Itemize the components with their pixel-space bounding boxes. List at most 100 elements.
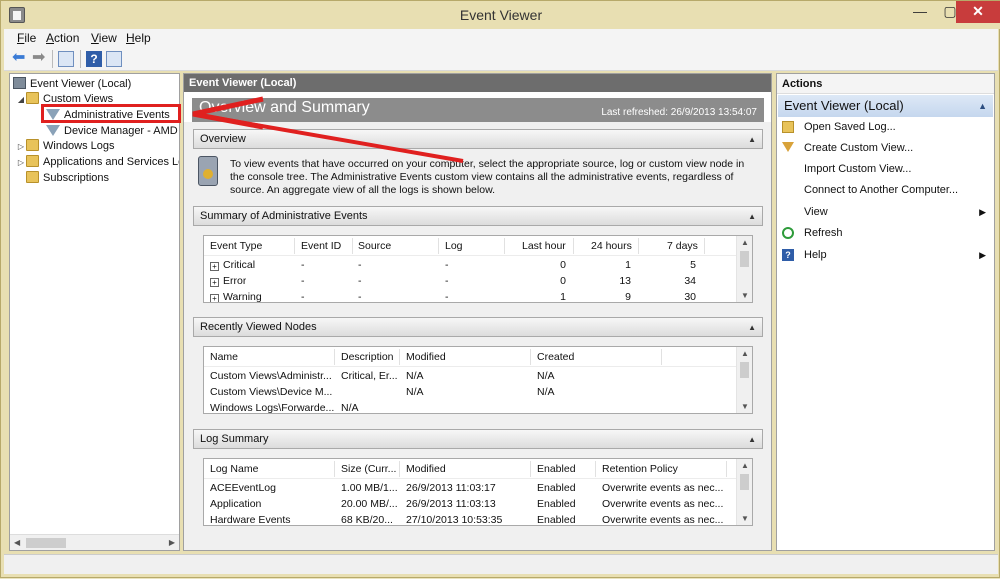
cell-event-type: + Critical — [210, 259, 255, 271]
recent-nodes-section-header[interactable]: Recently Viewed Nodes ▲ — [193, 317, 763, 337]
table-row[interactable]: Custom Views\Device M... N/A N/A — [204, 385, 738, 401]
action-help[interactable]: ? Help ▶ — [777, 246, 994, 264]
close-button[interactable]: ✕ — [956, 1, 1000, 23]
cell-description: N/A — [341, 402, 359, 414]
column-header[interactable]: Last hour — [522, 240, 566, 252]
expand-plus-icon[interactable]: + — [210, 278, 219, 287]
menu-action[interactable]: Action — [46, 31, 79, 45]
column-header[interactable]: Event ID — [301, 240, 341, 252]
action-open-saved-log[interactable]: Open Saved Log... — [777, 118, 994, 136]
column-header[interactable]: Modified — [406, 463, 446, 475]
column-header[interactable]: Log Name — [210, 463, 258, 475]
section-title: Summary of Administrative Events — [200, 210, 368, 222]
summary-section-header[interactable]: Summary of Administrative Events ▲ — [193, 206, 763, 226]
status-bar — [4, 554, 998, 574]
tree-item-label: Windows Logs — [43, 140, 115, 152]
cell-7-days: 30 — [684, 291, 696, 303]
column-header[interactable]: 7 days — [667, 240, 698, 252]
vertical-scrollbar[interactable]: ▲ ▼ — [736, 459, 752, 525]
overview-section-header[interactable]: Overview ▲ — [193, 129, 763, 149]
cell-size: 20.00 MB/... — [341, 498, 398, 510]
menu-file[interactable]: File — [17, 31, 36, 45]
table-row[interactable]: Hardware Events 68 KB/20... 27/10/2013 1… — [204, 513, 738, 525]
scroll-left-icon[interactable]: ◀ — [14, 538, 20, 547]
collapse-triangle-icon[interactable]: ▲ — [978, 95, 987, 117]
table-row[interactable]: + Warning - - - 1 9 30 — [204, 290, 738, 303]
show-hide-action-pane-icon[interactable] — [106, 51, 122, 67]
column-header[interactable]: Retention Policy — [602, 463, 678, 475]
column-header[interactable]: Enabled — [537, 463, 576, 475]
forward-arrow-icon[interactable]: ➡ — [32, 50, 48, 67]
tree-item-subscriptions[interactable]: Subscriptions — [26, 170, 109, 186]
scroll-down-icon[interactable]: ▼ — [741, 291, 749, 300]
expand-plus-icon[interactable]: + — [210, 262, 219, 271]
show-hide-console-tree-icon[interactable] — [58, 51, 74, 67]
collapse-icon[interactable]: ◢ — [16, 92, 26, 108]
action-connect-another-computer[interactable]: Connect to Another Computer... — [777, 181, 994, 199]
scroll-thumb[interactable] — [740, 251, 749, 267]
menu-bar: File Action View Help — [4, 29, 998, 47]
table-row[interactable]: + Critical - - - 0 1 5 — [204, 258, 738, 274]
collapse-caret-icon[interactable]: ▲ — [748, 319, 756, 337]
expand-icon[interactable]: ▷ — [16, 139, 26, 155]
scroll-up-icon[interactable]: ▲ — [741, 461, 749, 470]
table-row[interactable]: ACEEventLog 1.00 MB/1... 26/9/2013 11:03… — [204, 481, 738, 497]
table-row[interactable]: Custom Views\Administr... Critical, Er..… — [204, 369, 738, 385]
minimize-button[interactable]: — — [905, 1, 935, 23]
column-header[interactable]: Source — [358, 240, 391, 252]
column-divider — [726, 461, 727, 477]
back-arrow-icon[interactable]: ⬅ — [12, 50, 28, 67]
cell-enabled: Enabled — [537, 498, 576, 510]
scroll-down-icon[interactable]: ▼ — [741, 514, 749, 523]
table-row[interactable]: Application 20.00 MB/... 26/9/2013 11:03… — [204, 497, 738, 513]
vertical-scrollbar[interactable]: ▲ ▼ — [736, 347, 752, 413]
center-body: Overview ▲ To view events that have occur… — [184, 122, 771, 550]
tree-item-device-manager[interactable]: Device Manager - AMD R — [46, 123, 179, 139]
tree-item-event-viewer-local[interactable]: Event Viewer (Local) — [13, 76, 131, 92]
column-header[interactable]: Created — [537, 351, 574, 363]
tree-horizontal-scrollbar[interactable]: ◀ ▶ — [10, 534, 179, 550]
menu-help-label: elp — [134, 31, 151, 45]
action-refresh[interactable]: Refresh — [777, 224, 994, 242]
help-icon[interactable]: ? — [86, 51, 102, 67]
log-summary-section-header[interactable]: Log Summary ▲ — [193, 429, 763, 449]
action-label: View — [804, 206, 828, 218]
scroll-thumb[interactable] — [26, 538, 66, 548]
column-header[interactable]: Name — [210, 351, 238, 363]
menu-help[interactable]: Help — [126, 31, 151, 45]
column-header[interactable]: Description — [341, 351, 394, 363]
cell-event-type: + Error — [210, 275, 246, 287]
table-row[interactable]: Windows Logs\Forwarde... N/A — [204, 401, 738, 414]
cell-modified: N/A — [406, 386, 424, 398]
vertical-scrollbar[interactable]: ▲ ▼ — [736, 236, 752, 302]
column-header[interactable]: Modified — [406, 351, 446, 363]
column-header[interactable]: Event Type — [210, 240, 262, 252]
scroll-right-icon[interactable]: ▶ — [169, 538, 175, 547]
tree-item-applications-and-services[interactable]: ▷ Applications and Services Lo — [16, 154, 179, 171]
actions-subheader[interactable]: Event Viewer (Local) ▲ — [778, 95, 993, 117]
collapse-caret-icon[interactable]: ▲ — [748, 208, 756, 226]
action-create-custom-view[interactable]: Create Custom View... — [777, 139, 994, 157]
column-header[interactable]: 24 hours — [591, 240, 632, 252]
scroll-up-icon[interactable]: ▲ — [741, 238, 749, 247]
action-view[interactable]: View ▶ — [777, 203, 994, 221]
table-row[interactable]: + Error - - - 0 13 34 — [204, 274, 738, 290]
column-header[interactable]: Size (Curr... — [341, 463, 396, 475]
action-import-custom-view[interactable]: Import Custom View... — [777, 160, 994, 178]
scroll-thumb[interactable] — [740, 474, 749, 490]
expand-plus-icon[interactable]: + — [210, 294, 219, 302]
menu-view[interactable]: View — [91, 31, 117, 45]
scroll-up-icon[interactable]: ▲ — [741, 349, 749, 358]
overview-description: To view events that have occurred on you… — [230, 158, 745, 196]
collapse-caret-icon[interactable]: ▲ — [748, 131, 756, 149]
tree-item-windows-logs[interactable]: ▷ Windows Logs — [16, 138, 115, 154]
cell-last-hour: 0 — [560, 275, 566, 287]
expand-icon[interactable]: ▷ — [16, 155, 26, 171]
collapse-caret-icon[interactable]: ▲ — [748, 431, 756, 449]
column-header[interactable]: Log — [445, 240, 463, 252]
scroll-down-icon[interactable]: ▼ — [741, 402, 749, 411]
folder-icon — [26, 171, 39, 183]
scroll-thumb[interactable] — [740, 362, 749, 378]
cell-text: Critical — [223, 259, 256, 271]
cell-7-days: 5 — [690, 259, 696, 271]
